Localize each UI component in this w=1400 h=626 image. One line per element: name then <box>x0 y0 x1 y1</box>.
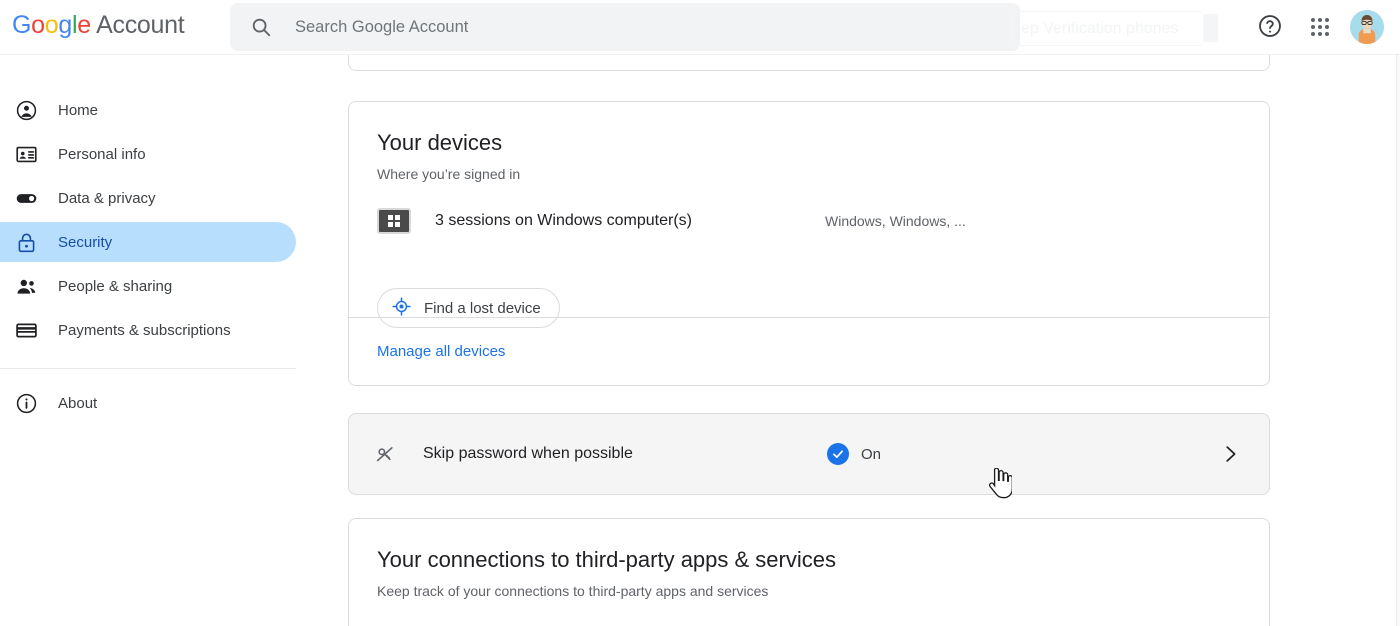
logo-letter-g1: G <box>12 11 32 39</box>
key-off-icon <box>373 442 397 466</box>
sidebar-item-label: Home <box>58 101 99 119</box>
sidebar-item-label: Security <box>58 233 113 251</box>
sidebar-item-payments-subscriptions[interactable]: Payments & subscriptions <box>0 310 296 350</box>
sidebar-item-label: Personal info <box>58 145 146 163</box>
sidebar-item-about[interactable]: About <box>0 383 296 423</box>
status-text: On <box>861 445 882 463</box>
help-icon <box>1257 13 1283 42</box>
app-header: Google Account ep Verification phones <box>0 0 1400 54</box>
ghost-sliver <box>1204 14 1218 42</box>
sidebar-item-label: About <box>58 394 98 412</box>
third-party-subtitle: Keep track of your connections to third-… <box>377 583 769 599</box>
logo-letter-o2: o <box>44 11 59 39</box>
avatar[interactable] <box>1350 10 1384 44</box>
logo-letter-g2: g <box>58 11 72 39</box>
skip-password-row[interactable]: Skip password when possible On <box>348 413 1270 495</box>
main-content: Your devices Where you’re signed in 3 se… <box>300 55 1396 626</box>
header-icon-group <box>1250 0 1384 54</box>
manage-all-devices-link[interactable]: Manage all devices <box>377 343 505 360</box>
my-location-icon <box>392 297 411 319</box>
sidebar-item-security[interactable]: Security <box>0 222 296 262</box>
card-subtitle: Where you’re signed in <box>377 166 521 182</box>
logo-word-account: Account <box>90 11 185 39</box>
sidebar-item-home[interactable]: Home <box>0 90 296 130</box>
lock-icon <box>14 230 38 254</box>
logo-letter-o1: o <box>31 11 45 39</box>
sidebar-item-data-privacy[interactable]: Data & privacy <box>0 178 296 218</box>
sidebar-divider <box>0 368 296 369</box>
people-icon <box>14 274 38 298</box>
ghost-verification-phones-chip: ep Verification phones <box>1012 11 1204 46</box>
device-session-label: 3 sessions on Windows computer(s) <box>435 212 692 229</box>
find-a-lost-device-label: Find a lost device <box>424 299 541 317</box>
credit-card-icon <box>14 318 38 342</box>
sidebar: Home Personal info Data & privacy Securi… <box>0 56 300 626</box>
status-badge: On <box>827 443 881 465</box>
toggle-switch-icon <box>14 186 38 210</box>
info-circle-icon <box>14 391 38 415</box>
google-apps-button[interactable] <box>1300 7 1340 47</box>
previous-card-partial <box>348 55 1270 71</box>
google-account-logo[interactable]: Google Account <box>12 11 185 40</box>
person-circle-icon <box>14 98 38 122</box>
help-button[interactable] <box>1250 7 1290 47</box>
header-shadow <box>0 54 1400 55</box>
windows-computer-icon <box>377 208 411 234</box>
your-devices-card: Your devices Where you’re signed in 3 se… <box>348 101 1270 386</box>
device-row[interactable]: 3 sessions on Windows computer(s) Window… <box>349 182 1269 234</box>
sidebar-item-label: People & sharing <box>58 277 173 295</box>
devices-card-footer: Manage all devices <box>349 317 1269 385</box>
skip-password-label: Skip password when possible <box>423 445 633 462</box>
id-card-icon <box>14 142 38 166</box>
sidebar-item-label: Payments & subscriptions <box>58 321 231 339</box>
search-input[interactable] <box>295 17 895 37</box>
page-title: Your devices <box>377 130 503 155</box>
device-platform-list: Windows, Windows, ... <box>825 213 966 229</box>
search-icon <box>250 16 272 38</box>
third-party-connections-card: Your connections to third-party apps & s… <box>348 518 1270 626</box>
third-party-title: Your connections to third-party apps & s… <box>377 547 836 572</box>
sidebar-item-label: Data & privacy <box>58 189 156 207</box>
chevron-right-icon[interactable] <box>1219 443 1241 465</box>
scrollbar-track[interactable] <box>1396 54 1400 626</box>
sidebar-item-people-sharing[interactable]: People & sharing <box>0 266 296 306</box>
apps-grid-icon <box>1311 18 1329 36</box>
logo-letter-e: e <box>77 11 91 39</box>
check-circle-icon <box>827 443 849 465</box>
search-bar[interactable] <box>230 3 1020 51</box>
sidebar-item-personal-info[interactable]: Personal info <box>0 134 296 174</box>
